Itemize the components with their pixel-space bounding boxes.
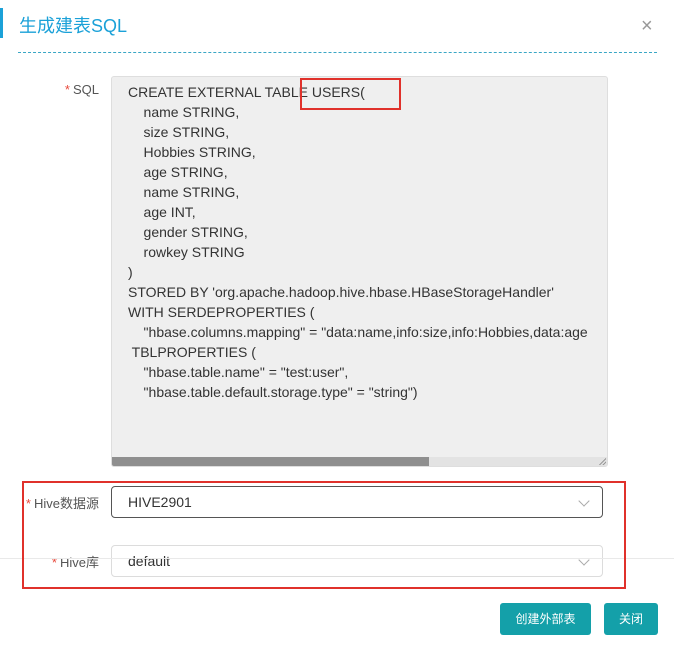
required-mark: * [64, 82, 70, 97]
dialog-title: 生成建表SQL [19, 16, 128, 36]
sql-textarea[interactable]: CREATE EXTERNAL TABLE USERS( name STRING… [111, 76, 608, 467]
sql-textarea-content[interactable]: CREATE EXTERNAL TABLE USERS( name STRING… [128, 82, 607, 402]
close-icon[interactable]: × [641, 16, 653, 36]
horizontal-scrollbar[interactable] [112, 457, 607, 466]
title-divider [18, 52, 657, 53]
highlight-box-selectors [22, 481, 626, 589]
sql-label-text: SQL [72, 82, 99, 97]
highlight-box-table-name [300, 78, 401, 110]
scrollbar-thumb[interactable] [112, 457, 429, 466]
resize-handle-icon[interactable] [599, 458, 606, 465]
sql-label: * SQL [40, 82, 99, 97]
create-external-table-button[interactable]: 创建外部表 [500, 603, 591, 635]
close-button[interactable]: 关闭 [604, 603, 658, 635]
title-accent-bar [0, 8, 3, 38]
